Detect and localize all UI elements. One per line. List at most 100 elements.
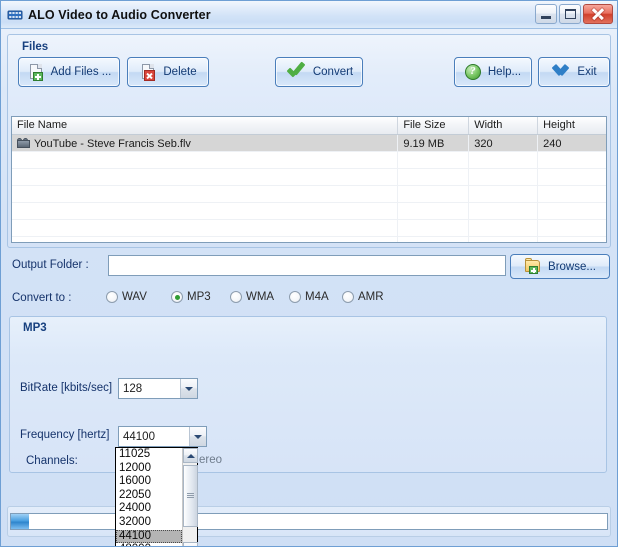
folder-add-icon	[524, 258, 543, 275]
cell-empty	[398, 169, 470, 185]
column-header-file-size[interactable]: File Size	[398, 117, 470, 134]
dropdown-option[interactable]: 32000	[116, 516, 182, 530]
table-row[interactable]	[12, 220, 606, 237]
progress-bar-fill	[11, 514, 29, 529]
maximize-icon	[565, 9, 576, 19]
cell-width: 320	[469, 135, 539, 151]
exit-label: Exit	[577, 66, 597, 78]
radio-circle-icon	[342, 291, 354, 303]
file-list[interactable]: File Name File Size Width Height YouTube…	[11, 116, 607, 243]
cell-empty	[538, 237, 606, 242]
file-name-text: YouTube - Steve Francis Seb.flv	[34, 137, 191, 150]
bitrate-value: 128	[123, 382, 143, 395]
cell-empty	[398, 203, 470, 219]
frequency-dropdown-list[interactable]: 11025 12000 16000 22050 24000 32000 4410…	[115, 447, 198, 546]
cell-empty	[12, 169, 399, 185]
dropdown-option[interactable]: 11025	[116, 448, 182, 462]
chevron-down-icon[interactable]	[180, 379, 197, 398]
table-row[interactable]: YouTube - Steve Francis Seb.flv 9.19 MB …	[12, 135, 606, 152]
progress-bar	[10, 513, 608, 530]
dropdown-option-selected[interactable]: 44100	[116, 529, 182, 544]
cell-file-size: 9.19 MB	[398, 135, 470, 151]
mp3-settings-group-box: MP3 BitRate [kbits/sec] 128 Frequency [h…	[9, 316, 607, 473]
window-title: ALO Video to Audio Converter	[28, 7, 211, 22]
radio-mp3-label: MP3	[187, 291, 211, 303]
cell-height: 240	[543, 137, 562, 150]
output-folder-input[interactable]	[108, 255, 506, 276]
question-mark-icon: ?	[464, 63, 482, 81]
chevron-down-icon[interactable]	[189, 427, 206, 446]
channels-value: ereo	[199, 454, 223, 466]
dropdown-option[interactable]: 22050	[116, 489, 182, 503]
dropdown-option[interactable]: 16000	[116, 475, 182, 489]
bitrate-label: BitRate [kbits/sec]	[20, 382, 113, 394]
close-button[interactable]	[583, 4, 613, 24]
title-bar[interactable]: ALO Video to Audio Converter	[1, 1, 617, 29]
radio-circle-icon	[106, 291, 118, 303]
cell-empty	[538, 220, 606, 236]
maximize-button[interactable]	[559, 4, 581, 24]
scroll-up-arrow-icon[interactable]	[183, 448, 198, 463]
cell-empty	[12, 186, 399, 202]
cell-empty	[469, 203, 539, 219]
application-window: ALO Video to Audio Converter Files Add F…	[0, 0, 618, 547]
radio-circle-icon	[289, 291, 301, 303]
exit-button[interactable]: Exit	[538, 57, 610, 87]
add-files-label: Add Files ...	[50, 66, 112, 78]
video-file-icon	[17, 138, 30, 149]
scroll-down-arrow-icon[interactable]	[183, 542, 198, 546]
green-check-icon	[285, 63, 307, 81]
cell-empty	[538, 152, 606, 168]
window-controls	[535, 4, 613, 24]
scrollbar-grip-icon	[187, 493, 194, 498]
frequency-combobox[interactable]: 44100	[118, 426, 207, 447]
channels-label: Channels:	[26, 455, 78, 467]
cell-empty	[469, 169, 539, 185]
scrollbar-thumb[interactable]	[183, 465, 198, 527]
dropdown-scrollbar[interactable]	[182, 448, 198, 546]
cell-empty	[469, 237, 539, 242]
bitrate-combobox[interactable]: 128	[118, 378, 198, 399]
dropdown-option[interactable]: 12000	[116, 462, 182, 476]
radio-mp3[interactable]: MP3	[171, 291, 211, 303]
column-header-height[interactable]: Height	[538, 117, 606, 134]
client-area: Files Add Files ... Delete Convert ? Hel…	[1, 29, 617, 546]
dropdown-option[interactable]: 24000	[116, 502, 182, 516]
table-row[interactable]	[12, 152, 606, 169]
add-files-button[interactable]: Add Files ...	[18, 57, 120, 87]
table-row[interactable]	[12, 237, 606, 242]
file-list-header: File Name File Size Width Height	[12, 117, 606, 135]
help-label: Help...	[487, 66, 522, 78]
dropdown-option[interactable]: 48000	[116, 543, 182, 546]
column-header-file-name[interactable]: File Name	[12, 117, 399, 134]
radio-wav[interactable]: WAV	[106, 291, 147, 303]
minimize-icon	[541, 16, 551, 19]
delete-label: Delete	[163, 66, 197, 78]
convert-label: Convert	[312, 66, 354, 78]
help-button[interactable]: ? Help...	[454, 57, 532, 87]
cell-empty	[398, 237, 470, 242]
radio-m4a[interactable]: M4A	[289, 291, 329, 303]
cell-empty	[398, 220, 470, 236]
frequency-label: Frequency [hertz]	[20, 429, 110, 441]
table-row[interactable]	[12, 169, 606, 186]
radio-m4a-label: M4A	[305, 291, 329, 303]
cell-empty	[469, 220, 539, 236]
delete-button[interactable]: Delete	[127, 57, 209, 87]
cell-empty	[538, 186, 606, 202]
cell-empty	[12, 152, 399, 168]
column-header-width[interactable]: Width	[469, 117, 539, 134]
files-group-label: Files	[22, 41, 49, 53]
convert-button[interactable]: Convert	[275, 57, 363, 87]
cell-empty	[12, 237, 399, 242]
app-film-icon	[7, 7, 23, 23]
radio-amr[interactable]: AMR	[342, 291, 384, 303]
table-row[interactable]	[12, 186, 606, 203]
minimize-button[interactable]	[535, 4, 557, 24]
radio-wma[interactable]: WMA	[230, 291, 274, 303]
document-delete-icon	[139, 63, 157, 81]
table-row[interactable]	[12, 203, 606, 220]
browse-button[interactable]: Browse...	[510, 254, 610, 279]
cell-empty	[469, 186, 539, 202]
cell-empty	[398, 152, 470, 168]
